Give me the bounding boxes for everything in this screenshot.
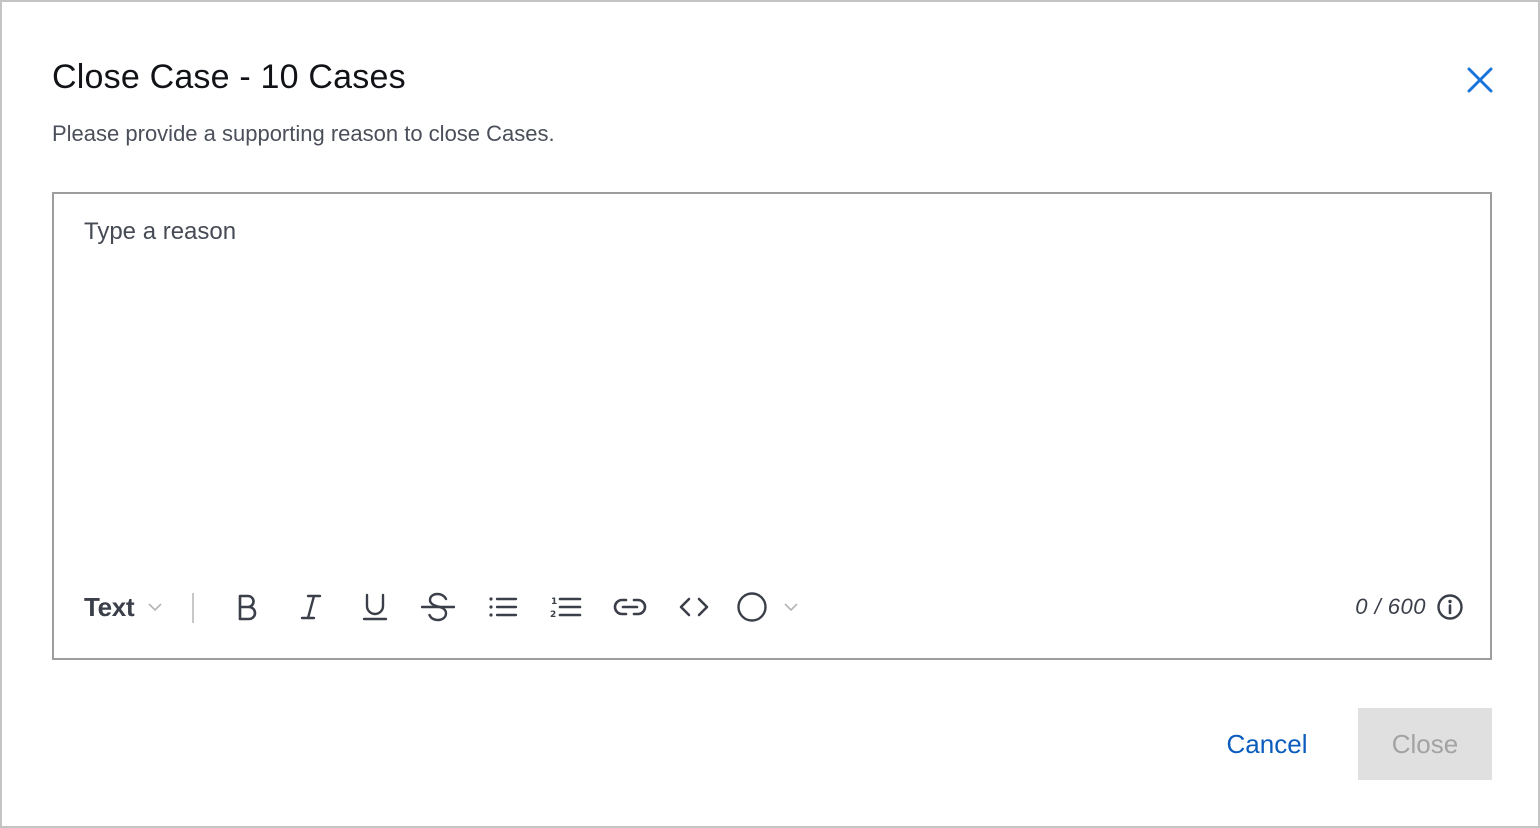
numbered-list-button[interactable]: 1 2 [548,584,584,630]
strikethrough-icon [421,592,455,622]
close-icon [1467,67,1493,93]
cancel-button[interactable]: Cancel [1208,708,1326,780]
bulleted-list-button[interactable] [486,584,520,630]
chevron-down-icon [784,603,798,612]
svg-text:1: 1 [551,597,557,607]
info-icon[interactable] [1436,593,1464,621]
text-style-label: Text [84,591,135,622]
chevron-down-icon [148,603,162,612]
code-icon [679,597,709,617]
bulleted-list-icon [489,597,518,617]
close-case-dialog: Close Case - 10 Cases Please provide a s… [0,0,1540,828]
color-dropdown[interactable] [736,584,806,630]
close-case-button[interactable]: Close [1358,708,1492,780]
link-button[interactable] [612,584,648,630]
bold-icon [238,594,257,621]
editor-toolbar: Text 1 2 0 / 600 [84,584,1464,630]
dialog-title: Close Case - 10 Cases [52,58,406,96]
link-icon [613,598,647,616]
char-count: 0 / 600 [1355,594,1426,619]
italic-button[interactable] [294,584,328,630]
bold-button[interactable] [230,584,264,630]
char-counter: 0 / 600 [1355,584,1464,630]
toolbar-divider [192,593,194,623]
code-button[interactable] [676,584,712,630]
strikethrough-button[interactable] [420,584,456,630]
svg-text:2: 2 [550,610,556,619]
underline-icon [362,593,388,621]
text-style-dropdown[interactable]: Text [84,584,162,630]
numbered-list-icon: 1 2 [550,597,582,619]
underline-button[interactable] [358,584,392,630]
circle-icon [737,592,767,622]
dialog-close-button[interactable] [1464,64,1496,96]
reason-input[interactable] [84,218,1454,548]
italic-icon [300,594,322,620]
reason-editor: Text [52,192,1492,660]
dialog-subtitle: Please provide a supporting reason to cl… [52,121,555,146]
